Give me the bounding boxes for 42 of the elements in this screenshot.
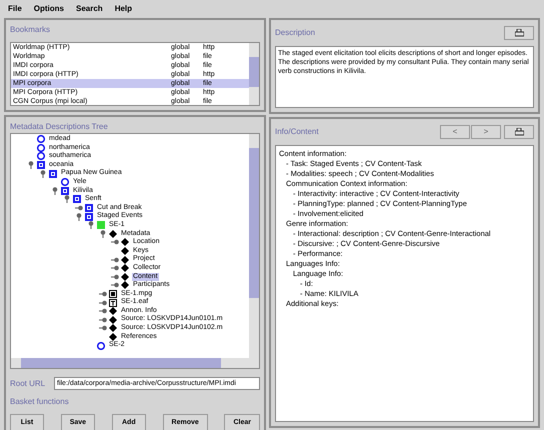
corpus-icon	[61, 178, 69, 186]
collapsed-handle-icon[interactable]	[75, 204, 83, 212]
menu-item[interactable]: File	[8, 3, 22, 15]
panel-title: Bookmarks	[10, 24, 52, 36]
expanded-handle-icon[interactable]	[75, 212, 83, 221]
collapsed-handle-icon[interactable]	[99, 316, 107, 324]
nav-button[interactable]: <	[440, 125, 470, 139]
expanded-handle-icon[interactable]	[87, 221, 95, 230]
printer-icon	[514, 29, 524, 37]
collapsed-handle-icon[interactable]	[111, 256, 119, 264]
collapsed-handle-icon[interactable]	[99, 307, 107, 316]
panel-title: Metadata Descriptions Tree	[10, 121, 109, 133]
nav-button[interactable]: >	[471, 125, 501, 139]
collapsed-handle-icon[interactable]	[99, 298, 107, 307]
panel-title: Info/Content	[275, 126, 319, 138]
expanded-handle-icon[interactable]	[99, 230, 107, 238]
collapsed-handle-icon[interactable]	[111, 281, 119, 290]
panel-title: Description	[275, 27, 316, 39]
film-icon	[109, 290, 117, 298]
collapsed-handle-icon[interactable]	[99, 324, 107, 332]
section-title: Basket functions	[10, 396, 70, 408]
expanded-handle-icon[interactable]	[63, 195, 71, 204]
print-button[interactable]	[504, 125, 534, 139]
horizontal-scrollbar[interactable]	[11, 358, 259, 368]
scrollbar[interactable]	[249, 134, 259, 358]
field-label: Root URL	[10, 378, 46, 390]
scrollbar[interactable]	[249, 43, 259, 105]
menu-item[interactable]: Help	[114, 3, 132, 15]
corpus-icon	[97, 342, 105, 350]
menu-item[interactable]: Options	[34, 3, 64, 15]
expanded-handle-icon[interactable]	[51, 186, 59, 195]
collapsed-handle-icon[interactable]	[99, 290, 107, 298]
collapsed-handle-icon[interactable]	[111, 272, 119, 281]
collapsed-handle-icon[interactable]	[111, 264, 119, 272]
print-button[interactable]	[504, 26, 534, 40]
collapsed-handle-icon[interactable]	[111, 238, 119, 246]
expanded-handle-icon[interactable]	[27, 161, 35, 170]
document-icon	[109, 298, 117, 307]
expanded-handle-icon[interactable]	[39, 170, 47, 178]
menu-item[interactable]: Search	[76, 3, 103, 15]
session-icon	[97, 221, 105, 230]
printer-icon	[514, 128, 524, 136]
